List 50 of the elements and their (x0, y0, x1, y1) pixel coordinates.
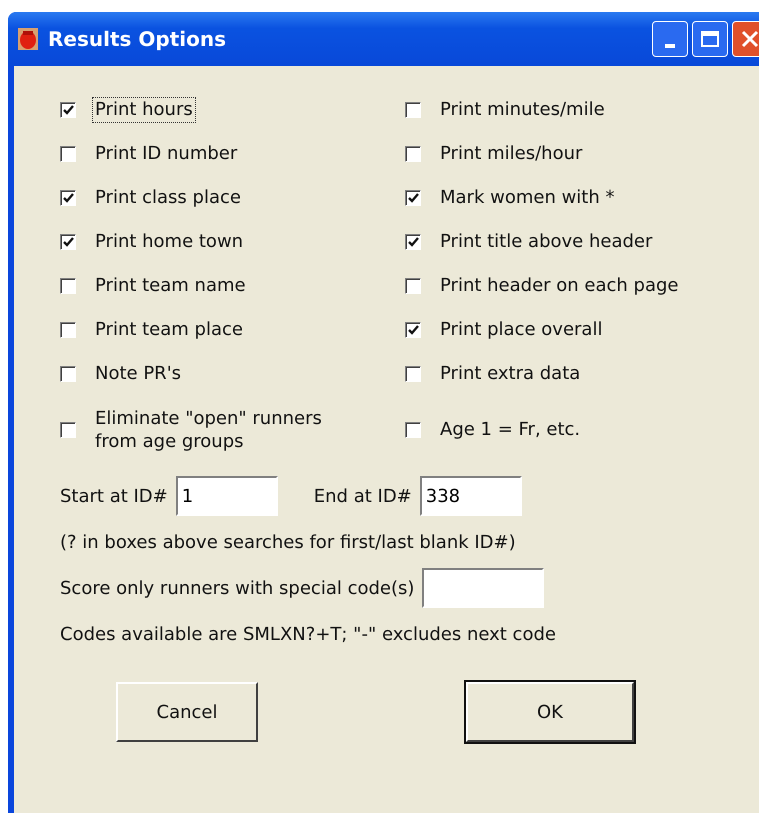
checkbox-label[interactable]: Print miles/hour (437, 141, 586, 167)
start-id-field[interactable]: 1 (176, 476, 278, 516)
checkbox[interactable] (405, 278, 421, 294)
checkbox[interactable] (405, 102, 421, 118)
checkbox-label[interactable]: Mark women with * (437, 185, 618, 211)
checkbox[interactable] (405, 234, 421, 250)
cancel-button[interactable]: Cancel (116, 682, 258, 742)
end-id-label: End at ID# (314, 486, 412, 506)
checkbox[interactable] (405, 366, 421, 382)
checkbox-label[interactable]: Print title above header (437, 229, 656, 255)
checkbox[interactable] (405, 322, 421, 338)
checkbox[interactable] (60, 366, 76, 382)
checkbox[interactable] (60, 322, 76, 338)
checkbox-label[interactable]: Note PR's (92, 361, 184, 387)
codes-field[interactable] (422, 568, 544, 608)
checkbox-label[interactable]: Print hours (92, 97, 196, 123)
checkbox-label[interactable]: Age 1 = Fr, etc. (437, 417, 584, 443)
checkbox[interactable] (60, 422, 76, 438)
maximize-button[interactable] (692, 21, 728, 57)
ok-button[interactable]: OK (466, 682, 634, 742)
start-id-label: Start at ID# (60, 486, 168, 506)
checkbox-label[interactable]: Eliminate "open" runners from age groups (92, 406, 348, 454)
checkbox[interactable] (405, 190, 421, 206)
checkbox[interactable] (60, 102, 76, 118)
app-icon (18, 28, 38, 50)
checkbox[interactable] (60, 146, 76, 162)
codes-label: Score only runners with special code(s) (60, 578, 414, 598)
checkbox-label[interactable]: Print team place (92, 317, 246, 343)
checkbox[interactable] (405, 422, 421, 438)
checkbox-label[interactable]: Print header on each page (437, 273, 682, 299)
maximize-icon (701, 31, 719, 47)
checkbox[interactable] (60, 190, 76, 206)
checkbox-label[interactable]: Print extra data (437, 361, 584, 387)
close-button[interactable] (732, 21, 759, 57)
codes-note: Codes available are SMLXN?+T; "-" excludes next code (60, 622, 557, 646)
checkbox-label[interactable]: Print home town (92, 229, 246, 255)
checkbox[interactable] (60, 234, 76, 250)
checkbox-label[interactable]: Print class place (92, 185, 244, 211)
checkbox[interactable] (60, 278, 76, 294)
minimize-icon (665, 44, 675, 48)
minimize-button[interactable] (652, 21, 688, 57)
checkbox-label[interactable]: Print team name (92, 273, 249, 299)
window-title: Results Options (48, 27, 226, 51)
end-id-field[interactable]: 338 (420, 476, 522, 516)
checkbox-label[interactable]: Print minutes/mile (437, 97, 608, 123)
checkbox[interactable] (405, 146, 421, 162)
hint-text: (? in boxes above searches for first/last blank ID#) (60, 530, 517, 554)
checkbox-label[interactable]: Print place overall (437, 317, 606, 343)
close-icon (741, 30, 759, 48)
checkbox-label[interactable]: Print ID number (92, 141, 240, 167)
